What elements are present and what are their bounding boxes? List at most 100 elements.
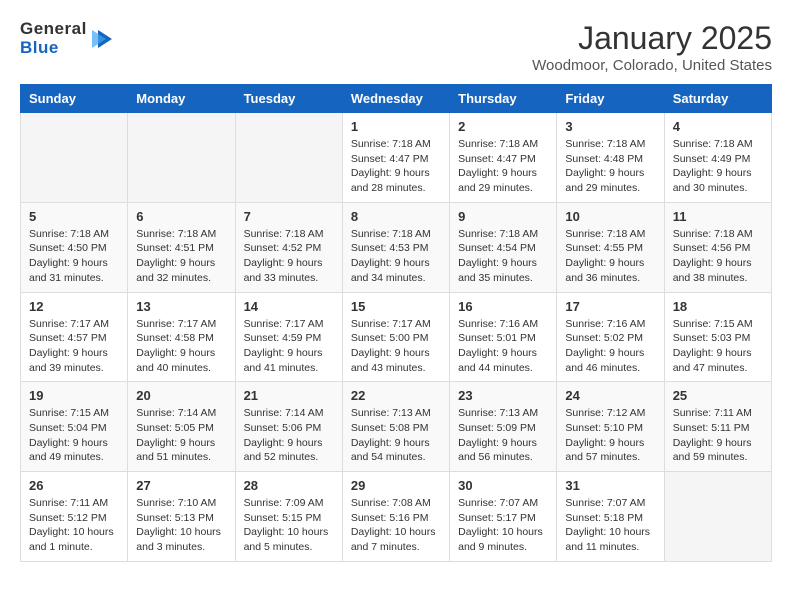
weekday-header-sunday: Sunday bbox=[21, 85, 128, 113]
calendar-day-25: 25Sunrise: 7:11 AM Sunset: 5:11 PM Dayli… bbox=[664, 382, 771, 472]
calendar-week-row: 1 Sunrise: 7:18 AM Sunset: 4:47 PM Daylig… bbox=[21, 113, 772, 203]
day-number: 2 bbox=[458, 119, 548, 134]
day-info: Sunrise: 7:18 AM Sunset: 4:47 PM Dayligh… bbox=[458, 137, 548, 196]
day-info: Sunrise: 7:13 AM Sunset: 5:09 PM Dayligh… bbox=[458, 406, 548, 465]
day-info: Sunrise: 7:13 AM Sunset: 5:08 PM Dayligh… bbox=[351, 406, 441, 465]
calendar-week-row: 5 Sunrise: 7:18 AM Sunset: 4:50 PM Daylig… bbox=[21, 202, 772, 292]
logo-blue-text: Blue bbox=[20, 39, 87, 58]
day-number: 9 bbox=[458, 209, 548, 224]
day-info: Sunrise: 7:15 AM Sunset: 5:04 PM Dayligh… bbox=[29, 406, 119, 465]
day-number: 17 bbox=[565, 299, 655, 314]
day-number: 30 bbox=[458, 478, 548, 493]
calendar-day-30: 30 Sunrise: 7:07 AM Sunset: 5:17 PM Dayli… bbox=[450, 472, 557, 562]
day-number: 1 bbox=[351, 119, 441, 134]
calendar-day-19: 19 Sunrise: 7:15 AM Sunset: 5:04 PM Dayli… bbox=[21, 382, 128, 472]
calendar-day-6: 6Sunrise: 7:18 AM Sunset: 4:51 PM Daylig… bbox=[128, 202, 235, 292]
weekday-header-thursday: Thursday bbox=[450, 85, 557, 113]
day-info: Sunrise: 7:18 AM Sunset: 4:55 PM Dayligh… bbox=[565, 227, 655, 286]
calendar-day-3: 3 Sunrise: 7:18 AM Sunset: 4:48 PM Daylig… bbox=[557, 113, 664, 203]
calendar-week-row: 26Sunrise: 7:11 AM Sunset: 5:12 PM Dayli… bbox=[21, 472, 772, 562]
day-number: 15 bbox=[351, 299, 441, 314]
logo-general-text: General bbox=[20, 20, 87, 39]
calendar-day-31: 31 Sunrise: 7:07 AM Sunset: 5:18 PM Dayli… bbox=[557, 472, 664, 562]
day-info: Sunrise: 7:18 AM Sunset: 4:51 PM Dayligh… bbox=[136, 227, 226, 286]
calendar-day-5: 5 Sunrise: 7:18 AM Sunset: 4:50 PM Daylig… bbox=[21, 202, 128, 292]
day-info: Sunrise: 7:08 AM Sunset: 5:16 PM Dayligh… bbox=[351, 496, 441, 555]
day-info: Sunrise: 7:18 AM Sunset: 4:49 PM Dayligh… bbox=[673, 137, 763, 196]
day-number: 21 bbox=[244, 388, 334, 403]
day-number: 7 bbox=[244, 209, 334, 224]
day-info: Sunrise: 7:18 AM Sunset: 4:56 PM Dayligh… bbox=[673, 227, 763, 286]
day-info: Sunrise: 7:17 AM Sunset: 4:58 PM Dayligh… bbox=[136, 317, 226, 376]
calendar-day-26: 26Sunrise: 7:11 AM Sunset: 5:12 PM Dayli… bbox=[21, 472, 128, 562]
day-number: 31 bbox=[565, 478, 655, 493]
day-info: Sunrise: 7:11 AM Sunset: 5:12 PM Dayligh… bbox=[29, 496, 119, 555]
calendar-day-2: 2 Sunrise: 7:18 AM Sunset: 4:47 PM Daylig… bbox=[450, 113, 557, 203]
day-info: Sunrise: 7:07 AM Sunset: 5:17 PM Dayligh… bbox=[458, 496, 548, 555]
calendar-day-24: 24Sunrise: 7:12 AM Sunset: 5:10 PM Dayli… bbox=[557, 382, 664, 472]
calendar-day-10: 10Sunrise: 7:18 AM Sunset: 4:55 PM Dayli… bbox=[557, 202, 664, 292]
day-number: 4 bbox=[673, 119, 763, 134]
day-number: 11 bbox=[673, 209, 763, 224]
calendar-day-20: 20 Sunrise: 7:14 AM Sunset: 5:05 PM Dayli… bbox=[128, 382, 235, 472]
logo-icon bbox=[90, 26, 116, 52]
day-number: 16 bbox=[458, 299, 548, 314]
month-title: January 2025 bbox=[532, 20, 772, 57]
day-info: Sunrise: 7:18 AM Sunset: 4:50 PM Dayligh… bbox=[29, 227, 119, 286]
day-number: 29 bbox=[351, 478, 441, 493]
day-number: 14 bbox=[244, 299, 334, 314]
calendar-day-7: 7 Sunrise: 7:18 AM Sunset: 4:52 PM Daylig… bbox=[235, 202, 342, 292]
day-number: 23 bbox=[458, 388, 548, 403]
calendar-empty-cell bbox=[128, 113, 235, 203]
calendar-header-row: SundayMondayTuesdayWednesdayThursdayFrid… bbox=[21, 85, 772, 113]
page-header: General Blue January 2025 Woodmoor, Colo… bbox=[20, 20, 772, 74]
day-info: Sunrise: 7:17 AM Sunset: 4:59 PM Dayligh… bbox=[244, 317, 334, 376]
day-number: 13 bbox=[136, 299, 226, 314]
day-number: 18 bbox=[673, 299, 763, 314]
calendar-day-18: 18 Sunrise: 7:15 AM Sunset: 5:03 PM Dayli… bbox=[664, 292, 771, 382]
calendar-empty-cell bbox=[235, 113, 342, 203]
day-info: Sunrise: 7:14 AM Sunset: 5:05 PM Dayligh… bbox=[136, 406, 226, 465]
weekday-header-monday: Monday bbox=[128, 85, 235, 113]
calendar-day-17: 17 Sunrise: 7:16 AM Sunset: 5:02 PM Dayli… bbox=[557, 292, 664, 382]
location-title: Woodmoor, Colorado, United States bbox=[532, 57, 772, 74]
calendar-day-13: 13 Sunrise: 7:17 AM Sunset: 4:58 PM Dayli… bbox=[128, 292, 235, 382]
day-info: Sunrise: 7:09 AM Sunset: 5:15 PM Dayligh… bbox=[244, 496, 334, 555]
calendar-day-12: 12 Sunrise: 7:17 AM Sunset: 4:57 PM Dayli… bbox=[21, 292, 128, 382]
day-number: 3 bbox=[565, 119, 655, 134]
day-info: Sunrise: 7:11 AM Sunset: 5:11 PM Dayligh… bbox=[673, 406, 763, 465]
calendar-day-9: 9Sunrise: 7:18 AM Sunset: 4:54 PM Daylig… bbox=[450, 202, 557, 292]
calendar-day-21: 21Sunrise: 7:14 AM Sunset: 5:06 PM Dayli… bbox=[235, 382, 342, 472]
title-area: January 2025 Woodmoor, Colorado, United … bbox=[532, 20, 772, 74]
day-info: Sunrise: 7:10 AM Sunset: 5:13 PM Dayligh… bbox=[136, 496, 226, 555]
day-info: Sunrise: 7:17 AM Sunset: 5:00 PM Dayligh… bbox=[351, 317, 441, 376]
calendar-day-4: 4 Sunrise: 7:18 AM Sunset: 4:49 PM Daylig… bbox=[664, 113, 771, 203]
calendar-day-16: 16 Sunrise: 7:16 AM Sunset: 5:01 PM Dayli… bbox=[450, 292, 557, 382]
day-info: Sunrise: 7:18 AM Sunset: 4:47 PM Dayligh… bbox=[351, 137, 441, 196]
day-number: 12 bbox=[29, 299, 119, 314]
day-info: Sunrise: 7:18 AM Sunset: 4:48 PM Dayligh… bbox=[565, 137, 655, 196]
day-number: 19 bbox=[29, 388, 119, 403]
day-info: Sunrise: 7:16 AM Sunset: 5:02 PM Dayligh… bbox=[565, 317, 655, 376]
day-info: Sunrise: 7:18 AM Sunset: 4:53 PM Dayligh… bbox=[351, 227, 441, 286]
day-number: 28 bbox=[244, 478, 334, 493]
day-info: Sunrise: 7:17 AM Sunset: 4:57 PM Dayligh… bbox=[29, 317, 119, 376]
calendar-day-11: 11 Sunrise: 7:18 AM Sunset: 4:56 PM Dayli… bbox=[664, 202, 771, 292]
day-info: Sunrise: 7:16 AM Sunset: 5:01 PM Dayligh… bbox=[458, 317, 548, 376]
calendar-week-row: 12 Sunrise: 7:17 AM Sunset: 4:57 PM Dayli… bbox=[21, 292, 772, 382]
calendar-day-23: 23 Sunrise: 7:13 AM Sunset: 5:09 PM Dayli… bbox=[450, 382, 557, 472]
calendar-day-8: 8 Sunrise: 7:18 AM Sunset: 4:53 PM Daylig… bbox=[342, 202, 449, 292]
weekday-header-friday: Friday bbox=[557, 85, 664, 113]
calendar-day-1: 1 Sunrise: 7:18 AM Sunset: 4:47 PM Daylig… bbox=[342, 113, 449, 203]
day-number: 5 bbox=[29, 209, 119, 224]
calendar-day-27: 27Sunrise: 7:10 AM Sunset: 5:13 PM Dayli… bbox=[128, 472, 235, 562]
day-info: Sunrise: 7:15 AM Sunset: 5:03 PM Dayligh… bbox=[673, 317, 763, 376]
day-info: Sunrise: 7:18 AM Sunset: 4:52 PM Dayligh… bbox=[244, 227, 334, 286]
calendar-week-row: 19 Sunrise: 7:15 AM Sunset: 5:04 PM Dayli… bbox=[21, 382, 772, 472]
day-info: Sunrise: 7:07 AM Sunset: 5:18 PM Dayligh… bbox=[565, 496, 655, 555]
calendar-empty-cell bbox=[664, 472, 771, 562]
day-number: 20 bbox=[136, 388, 226, 403]
day-number: 8 bbox=[351, 209, 441, 224]
calendar-table: SundayMondayTuesdayWednesdayThursdayFrid… bbox=[20, 84, 772, 562]
calendar-day-22: 22Sunrise: 7:13 AM Sunset: 5:08 PM Dayli… bbox=[342, 382, 449, 472]
